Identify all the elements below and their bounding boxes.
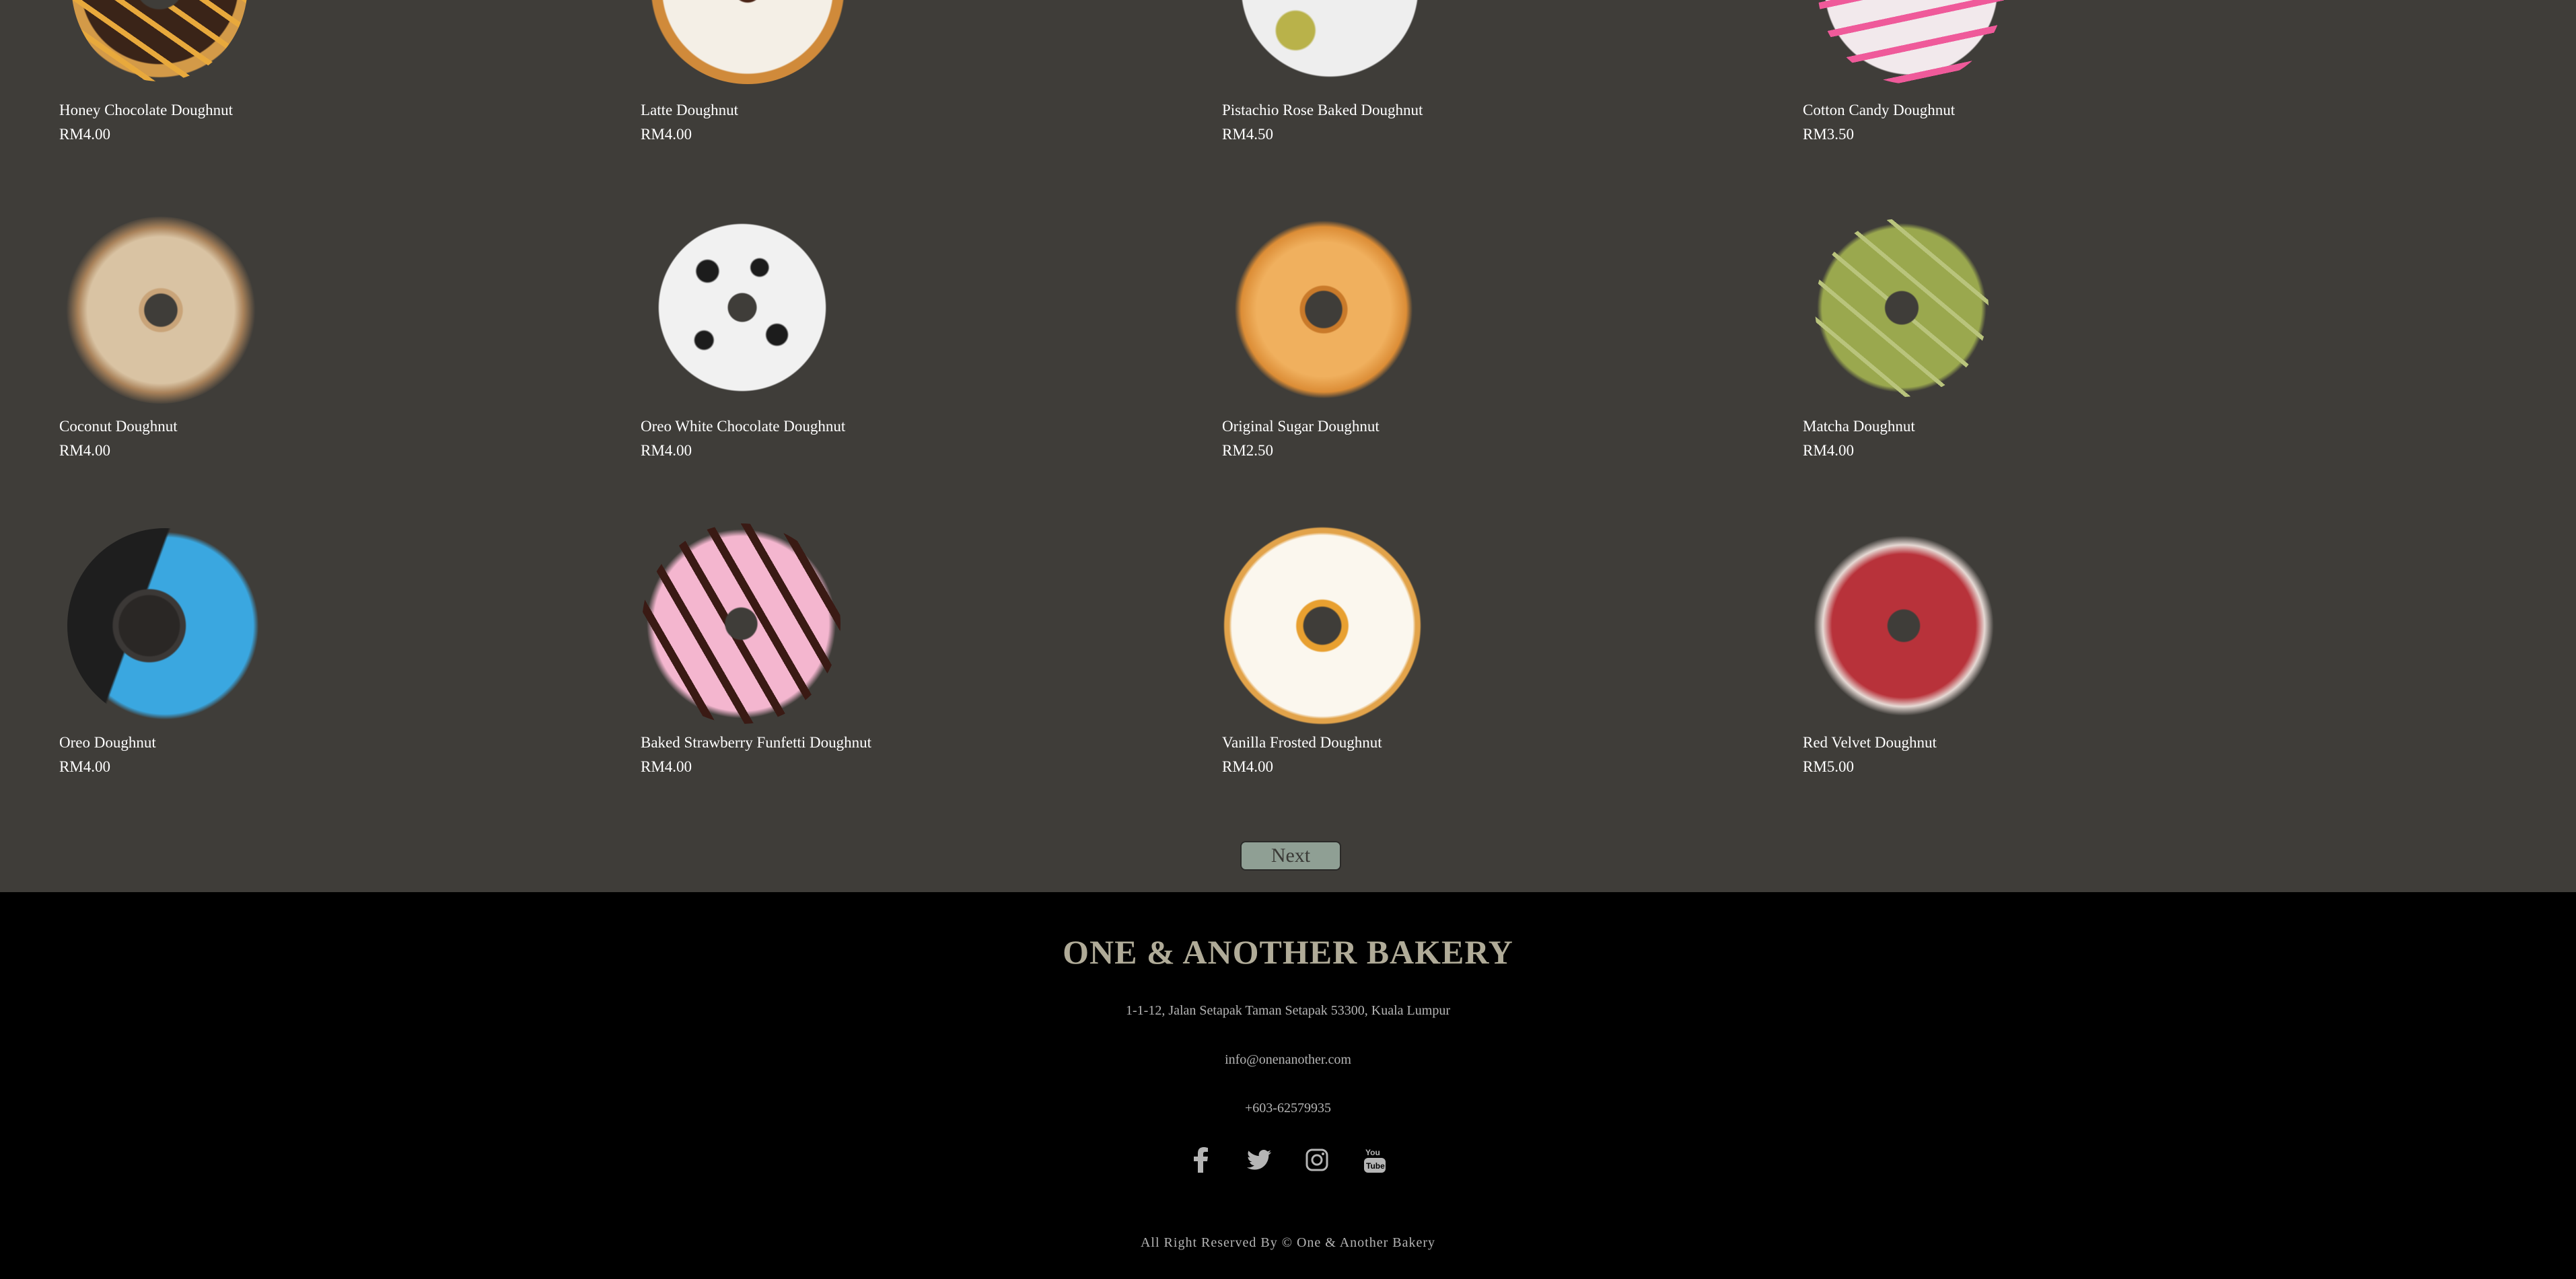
product-name[interactable]: Original Sugar Doughnut (1222, 418, 1380, 435)
product-grid: Honey Chocolate Doughnut RM4.00 Latte Do… (0, 0, 2576, 892)
product-price: RM4.00 (59, 126, 111, 143)
svg-text:Tube: Tube (1366, 1161, 1385, 1171)
product-image (1222, 526, 1423, 725)
svg-text:You: You (1365, 1148, 1380, 1157)
product-name[interactable]: Pistachio Rose Baked Doughnut (1222, 102, 1423, 119)
footer-address: 1-1-12, Jalan Setapak Taman Setapak 5330… (1126, 1003, 1450, 1018)
product-price: RM3.50 (1803, 126, 1855, 143)
product-price: RM4.00 (59, 758, 111, 775)
product-image[interactable] (71, 0, 248, 81)
product-image (67, 528, 262, 723)
product-name[interactable]: Matcha Doughnut (1803, 418, 1915, 435)
social-links: You Tube (0, 1146, 2576, 1173)
product-price: RM2.50 (1222, 442, 1274, 459)
product-price: RM4.00 (641, 442, 692, 459)
product-price: RM4.00 (641, 758, 692, 775)
product-image (1234, 217, 1413, 402)
product-name[interactable]: Oreo Doughnut (59, 734, 156, 752)
product-price: RM4.00 (59, 442, 111, 459)
twitter-icon[interactable] (1246, 1146, 1272, 1173)
product-image[interactable] (1818, 0, 2005, 84)
product-name[interactable]: Cotton Candy Doughnut (1803, 102, 1955, 119)
product-price: RM4.00 (641, 126, 692, 143)
product-price: RM4.50 (1222, 126, 1274, 143)
product-image (655, 217, 829, 398)
next-page-button[interactable]: Next (1240, 841, 1341, 871)
instagram-icon[interactable] (1304, 1146, 1330, 1173)
product-price: RM5.00 (1803, 758, 1855, 775)
product-price: RM4.00 (1803, 442, 1855, 459)
product-name[interactable]: Oreo White Chocolate Doughnut (641, 418, 845, 435)
site-footer: ONE & ANOTHER BAKERY 1-1-12, Jalan Setap… (0, 892, 2576, 1279)
product-name[interactable]: Coconut Doughnut (59, 418, 178, 435)
product-image (1815, 219, 1989, 397)
product-name[interactable]: Latte Doughnut (641, 102, 738, 119)
product-image (66, 217, 256, 404)
product-price: RM4.00 (1222, 758, 1274, 775)
product-name[interactable]: Vanilla Frosted Doughnut (1222, 734, 1382, 752)
product-image (1814, 532, 1994, 720)
footer-phone[interactable]: +603-62579935 (0, 1101, 2576, 1116)
facebook-icon[interactable] (1188, 1146, 1214, 1173)
product-name[interactable]: Honey Chocolate Doughnut (59, 102, 233, 119)
footer-copyright: All Right Reserved By © One & Another Ba… (1140, 1235, 1436, 1250)
product-image[interactable] (650, 0, 845, 84)
footer-brand: ONE & ANOTHER BAKERY (1063, 933, 1513, 971)
product-name[interactable]: Baked Strawberry Funfetti Doughnut (641, 734, 871, 752)
product-name[interactable]: Red Velvet Doughnut (1803, 734, 1937, 752)
product-image (642, 523, 840, 724)
youtube-icon[interactable]: You Tube (1362, 1146, 1388, 1173)
product-image[interactable] (1235, 0, 1425, 84)
footer-email[interactable]: info@onenanother.com (0, 1052, 2576, 1068)
